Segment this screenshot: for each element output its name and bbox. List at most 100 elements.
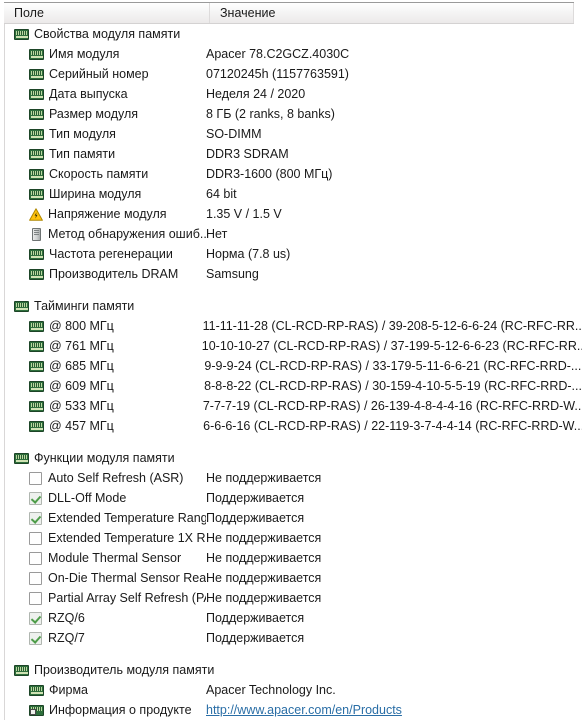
ram-module-icon — [29, 169, 44, 180]
row-field-label: Скорость памяти — [49, 167, 149, 181]
row-field-label: Тип памяти — [49, 147, 116, 161]
row-field-label: Частота регенерации — [49, 247, 173, 261]
row-field-cell: RZQ/7 — [0, 631, 206, 645]
table-row[interactable]: Размер модуля 8 ГБ (2 ranks, 8 banks) — [0, 104, 582, 124]
row-field-label: Размер модуля — [49, 107, 139, 121]
row-value-cell[interactable]: http://www.apacer.com/en/Products — [206, 703, 582, 717]
ram-module-icon — [29, 269, 44, 280]
row-field-label: On-Die Thermal Sensor Rea... — [48, 571, 206, 585]
table-row[interactable]: Дата выпуска Неделя 24 / 2020 — [0, 84, 582, 104]
table-row[interactable]: @ 761 МГц 10-10-10-27 (CL-RCD-RP-RAS) / 3… — [0, 336, 582, 356]
table-row[interactable]: On-Die Thermal Sensor Rea... Не поддержив… — [0, 568, 582, 588]
row-field-label: @ 761 МГц — [49, 339, 114, 353]
row-field-cell: DLL-Off Mode — [0, 491, 206, 505]
row-value-cell: 9-9-9-24 (CL-RCD-RP-RAS) / 33-179-5-11-6… — [204, 359, 582, 373]
table-row[interactable]: @ 800 МГц 11-11-11-28 (CL-RCD-RP-RAS) / 3… — [0, 316, 582, 336]
row-value-cell: Поддерживается — [206, 611, 305, 625]
checkbox-checked-icon — [29, 511, 42, 525]
table-row[interactable]: Module Thermal Sensor Не поддерживается — [0, 548, 582, 568]
section-header-row[interactable]: Тайминги памяти — [0, 296, 582, 316]
table-row[interactable]: Auto Self Refresh (ASR) Не поддерживается — [0, 468, 582, 488]
ram-module-icon — [29, 321, 44, 332]
row-value-cell: 1.35 V / 1.5 V — [206, 207, 282, 221]
section-header-row[interactable]: Производитель модуля памяти — [0, 660, 582, 680]
row-field-label: Серийный номер — [49, 67, 149, 81]
ram-module-icon — [14, 29, 29, 40]
ram-module-icon — [29, 49, 44, 60]
checkbox-checked-icon — [29, 631, 42, 645]
table-row[interactable]: @ 685 МГц 9-9-9-24 (CL-RCD-RP-RAS) / 33-1… — [0, 356, 582, 376]
row-value-cell: Не поддерживается — [206, 591, 322, 605]
row-field-cell: RZQ/6 — [0, 611, 206, 625]
table-row[interactable]: Производитель DRAM Samsung — [0, 264, 582, 284]
section-header-field-cell: Функции модуля памяти — [0, 451, 175, 465]
row-value-cell: Нет — [206, 227, 228, 241]
column-header-value[interactable]: Значение — [210, 3, 574, 23]
ram-module-icon — [29, 421, 44, 432]
ram-module-icon — [29, 69, 44, 80]
section-header-field-cell: Производитель модуля памяти — [0, 663, 214, 677]
table-row[interactable]: Тип модуля SO-DIMM — [0, 124, 582, 144]
row-field-cell: Partial Array Self Refresh (PA... — [0, 591, 206, 605]
section-header-row[interactable]: Функции модуля памяти — [0, 448, 582, 468]
row-field-cell: Серийный номер — [0, 67, 206, 81]
row-field-cell: @ 761 МГц — [0, 339, 202, 353]
ram-module-icon — [29, 341, 44, 352]
row-field-cell: @ 457 МГц — [0, 419, 203, 433]
section-header-row[interactable]: Свойства модуля памяти — [0, 24, 582, 44]
row-value-cell: Поддерживается — [206, 631, 305, 645]
row-value-cell: 6-6-6-16 (CL-RCD-RP-RAS) / 22-119-3-7-4-… — [203, 419, 582, 433]
product-info-link[interactable]: http://www.apacer.com/en/Products — [206, 703, 402, 717]
table-row[interactable]: Имя модуля Apacer 78.C2GCZ.4030C — [0, 44, 582, 64]
row-field-label: Фирма — [49, 683, 88, 697]
ram-module-icon — [29, 361, 44, 372]
row-value-cell: Apacer 78.C2GCZ.4030C — [206, 47, 350, 61]
table-row[interactable]: Скорость памяти DDR3-1600 (800 МГц) — [0, 164, 582, 184]
table-row[interactable]: Extended Temperature Range Поддерживается — [0, 508, 582, 528]
section-title: Тайминги памяти — [34, 299, 135, 313]
ram-link-icon — [29, 705, 44, 716]
table-row[interactable]: Partial Array Self Refresh (PA... Не подд… — [0, 588, 582, 608]
column-header-field[interactable]: Поле — [4, 3, 210, 23]
row-field-label: Имя модуля — [49, 47, 120, 61]
table-row[interactable]: @ 533 МГц 7-7-7-19 (CL-RCD-RP-RAS) / 26-1… — [0, 396, 582, 416]
row-field-label: Дата выпуска — [49, 87, 128, 101]
row-value-cell: DDR3-1600 (800 МГц) — [206, 167, 333, 181]
row-field-label: Module Thermal Sensor — [48, 551, 182, 565]
table-row[interactable]: Фирма Apacer Technology Inc. — [0, 680, 582, 700]
table-row[interactable]: Частота регенерации Норма (7.8 us) — [0, 244, 582, 264]
table-row[interactable]: Информация о продукте http://www.apacer.c… — [0, 700, 582, 720]
table-row[interactable]: RZQ/7 Поддерживается — [0, 628, 582, 648]
table-row[interactable]: Тип памяти DDR3 SDRAM — [0, 144, 582, 164]
table-row[interactable]: Extended Temperature 1X Re... Не поддержи… — [0, 528, 582, 548]
table-row[interactable]: DLL-Off Mode Поддерживается — [0, 488, 582, 508]
table-header: Поле Значение — [4, 2, 574, 24]
row-value-cell: SO-DIMM — [206, 127, 262, 141]
ram-module-icon — [29, 129, 44, 140]
table-row[interactable]: @ 457 МГц 6-6-6-16 (CL-RCD-RP-RAS) / 22-1… — [0, 416, 582, 436]
ram-module-icon — [14, 665, 29, 676]
row-field-cell: Размер модуля — [0, 107, 206, 121]
row-value-cell: Не поддерживается — [206, 551, 322, 565]
row-field-cell: Extended Temperature 1X Re... — [0, 531, 206, 545]
row-field-cell: Метод обнаружения ошиб... — [0, 227, 206, 241]
table-row[interactable]: Ширина модуля 64 bit — [0, 184, 582, 204]
checkbox-checked-icon — [29, 611, 42, 625]
row-field-label: Ширина модуля — [49, 187, 142, 201]
row-field-cell: Фирма — [0, 683, 206, 697]
table-row[interactable]: RZQ/6 Поддерживается — [0, 608, 582, 628]
row-field-cell: Тип памяти — [0, 147, 206, 161]
table-row[interactable]: @ 609 МГц 8-8-8-22 (CL-RCD-RP-RAS) / 30-1… — [0, 376, 582, 396]
row-field-cell: @ 800 МГц — [0, 319, 203, 333]
ram-module-icon — [14, 301, 29, 312]
row-value-cell: 11-11-11-28 (CL-RCD-RP-RAS) / 39-208-5-1… — [202, 319, 582, 333]
table-row[interactable]: Напряжение модуля 1.35 V / 1.5 V — [0, 204, 582, 224]
row-field-cell: Auto Self Refresh (ASR) — [0, 471, 206, 485]
row-field-cell: Производитель DRAM — [0, 267, 206, 281]
ram-module-icon — [29, 189, 44, 200]
table-row[interactable]: Серийный номер 07120245h (1157763591) — [0, 64, 582, 84]
row-field-cell: Тип модуля — [0, 127, 206, 141]
table-row[interactable]: Метод обнаружения ошиб... Нет — [0, 224, 582, 244]
